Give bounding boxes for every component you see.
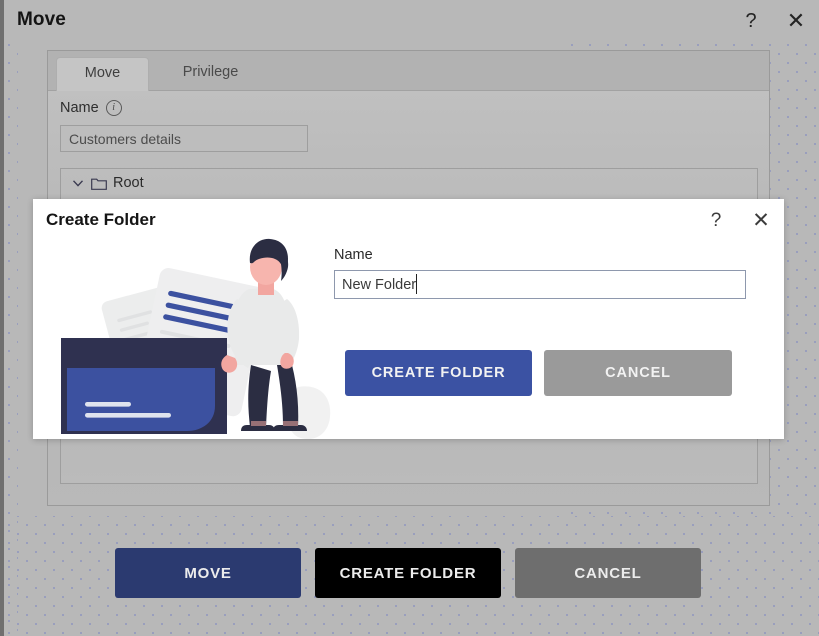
tree-item-root-label: Root xyxy=(113,175,144,191)
create-folder-button[interactable]: CREATE FOLDER xyxy=(315,548,501,598)
create-folder-dialog: Create Folder ? ✕ Name New Folder CREATE… xyxy=(33,199,784,439)
dialog-name-label: Name xyxy=(334,247,373,263)
move-button[interactable]: MOVE xyxy=(115,548,301,598)
tab-move[interactable]: Move xyxy=(56,57,149,91)
folder-icon xyxy=(91,177,107,190)
dialog-help-icon[interactable]: ? xyxy=(704,209,728,233)
tab-strip: Move Privilege xyxy=(48,51,769,91)
window-left-edge xyxy=(0,0,4,636)
page-title: Move xyxy=(17,9,66,30)
name-label-row: Name i xyxy=(60,100,122,116)
dialog-title: Create Folder xyxy=(46,210,156,229)
dialog-close-icon[interactable]: ✕ xyxy=(749,209,773,233)
help-icon[interactable]: ? xyxy=(738,8,764,34)
person-with-folder-illustration xyxy=(55,233,345,439)
dialog-cancel-button[interactable]: CANCEL xyxy=(544,350,732,396)
info-icon[interactable]: i xyxy=(105,100,122,116)
dialog-name-input[interactable] xyxy=(334,270,746,299)
name-input[interactable] xyxy=(60,125,308,152)
window-titlebar: Move ? ✕ xyxy=(4,0,819,44)
app-root: Move ? ✕ Move Privilege Name i Customers… xyxy=(0,0,819,636)
name-label: Name xyxy=(60,100,99,116)
cancel-button[interactable]: CANCEL xyxy=(515,548,701,598)
chevron-down-icon[interactable] xyxy=(71,176,85,190)
close-icon[interactable]: ✕ xyxy=(783,8,809,34)
text-cursor xyxy=(416,274,417,294)
tree-item-root[interactable]: Root xyxy=(71,175,144,191)
footer-button-bar: MOVE CREATE FOLDER CANCEL xyxy=(0,548,819,600)
tab-privilege[interactable]: Privilege xyxy=(158,57,263,91)
dialog-create-folder-button[interactable]: CREATE FOLDER xyxy=(345,350,532,396)
